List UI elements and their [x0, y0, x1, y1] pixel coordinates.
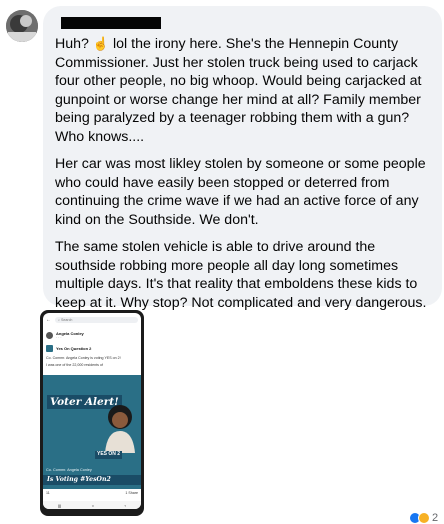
post-header: Angela Conley · · · — [43, 329, 141, 343]
phone-screen: ← ⌕ Search Angela Conley · · · Yes On Qu… — [43, 313, 141, 509]
reaction-summary[interactable]: 2 — [409, 512, 438, 524]
comment-bubble: Huh? ☝️ lol the irony here. She's the He… — [43, 6, 442, 311]
candidate-photo — [105, 405, 135, 453]
comment-paragraph-2: Her car was most likley stolen by someon… — [55, 156, 426, 228]
group-avatar — [46, 344, 53, 352]
home-icon: ○ — [91, 502, 95, 508]
back-icon: ‹ — [124, 502, 126, 508]
post-title: Yes On Question 2 — [56, 345, 92, 351]
comment-body: Huh? ☝️ lol the irony here. She's the He… — [55, 35, 430, 312]
comment-paragraph-1: Huh? ☝️ lol the irony here. She's the He… — [55, 35, 430, 146]
phone-nav-bar: ||| ○ ‹ — [43, 501, 141, 509]
search-placeholder: Search — [61, 318, 73, 322]
back-arrow-icon: ← — [46, 317, 51, 323]
reaction-count-label: 2 — [432, 512, 439, 524]
post-stats: 11 1 Share — [46, 491, 138, 496]
voter-alert-poster: Voter Alert! YES ON 2 Co. Commr. Angela … — [43, 375, 141, 489]
poster-avatar — [46, 332, 53, 340]
shared-post-header: Yes On Question 2 — [43, 343, 141, 354]
post-caption: Co. Commr. Angela Conley is voting YES o… — [46, 355, 121, 360]
comment-prefix: Huh? — [55, 36, 89, 52]
reaction-count: 11 — [46, 491, 50, 495]
voting-banner: Is Voting #YesOn2 — [43, 475, 141, 485]
recents-icon: ||| — [58, 502, 62, 508]
candidate-line: Co. Commr. Angela Conley — [46, 468, 92, 472]
finger-emoji-icon: ☝️ — [92, 36, 110, 51]
share-count: 1 Share — [125, 491, 138, 495]
search-field: ⌕ Search — [55, 317, 138, 323]
search-icon: ⌕ — [58, 318, 61, 322]
post-quote: I was one of the 22,000 residents of — [46, 363, 103, 368]
commenter-avatar[interactable] — [6, 10, 38, 42]
attached-screenshot-image[interactable]: ← ⌕ Search Angela Conley · · · Yes On Qu… — [40, 310, 144, 516]
post-time: · · · — [56, 336, 62, 340]
yes-on-2-badge: YES ON 2 — [95, 451, 123, 459]
comment-paragraph-3: The same stolen vehicle is able to drive… — [55, 239, 427, 311]
redacted-author-name — [61, 17, 161, 29]
comment-paragraph-1-text: lol the irony here. She's the Hennepin C… — [55, 36, 422, 145]
care-reaction-icon — [418, 512, 430, 524]
fb-topbar: ← ⌕ Search — [43, 313, 141, 325]
